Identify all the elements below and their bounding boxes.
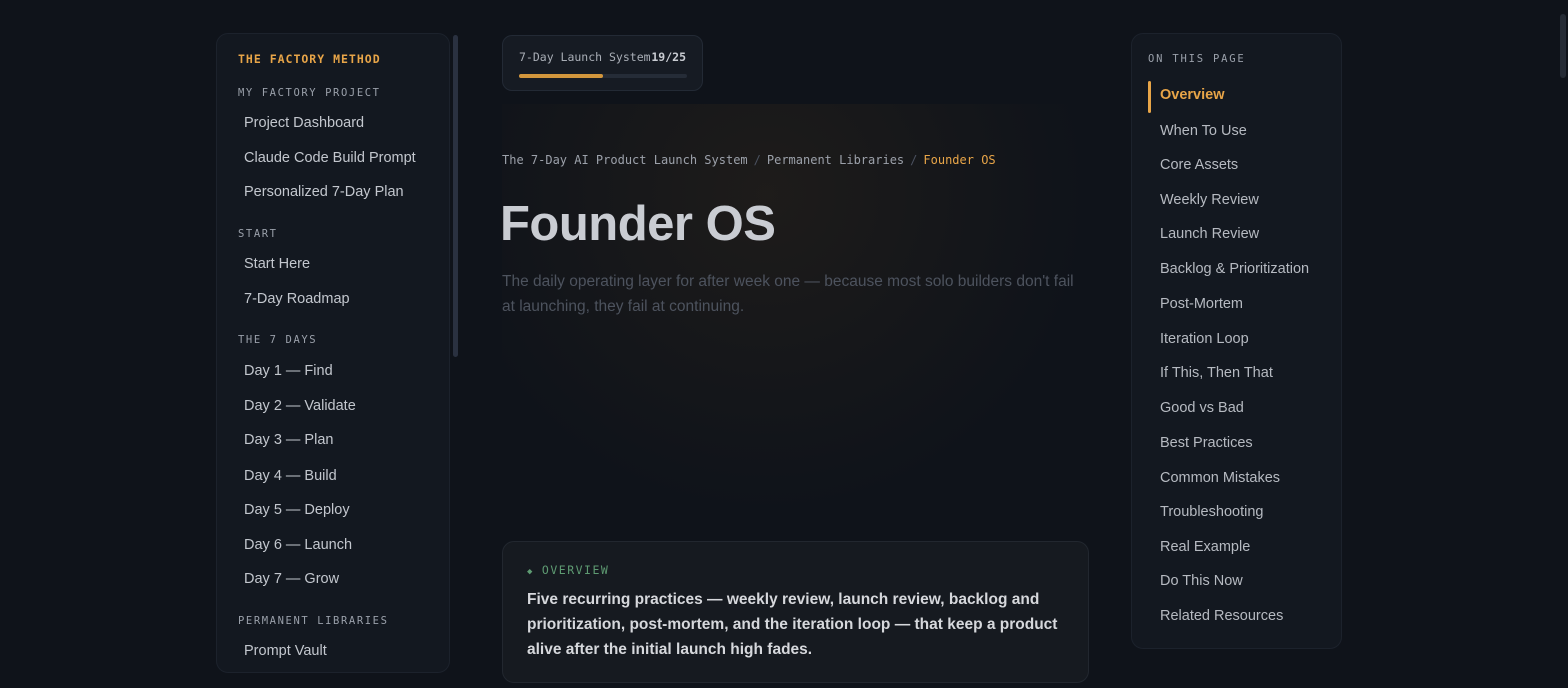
page-subtitle: The daily operating layer for after week… [502, 273, 1074, 315]
toc-active-indicator [1148, 81, 1151, 113]
toc-title: ON THIS PAGE [1148, 53, 1246, 65]
toc-item-iteration-loop[interactable]: Iteration Loop [1160, 331, 1249, 347]
sidebar-item-roadmap[interactable]: 7-Day Roadmap [244, 291, 350, 307]
toc-item-post-mortem[interactable]: Post-Mortem [1160, 296, 1243, 312]
breadcrumb-current: Founder OS [923, 153, 996, 167]
sidebar-scrollbar[interactable] [453, 35, 458, 357]
sidebar-item-day-4[interactable]: Day 4 — Build [244, 468, 337, 484]
progress-count: 19/25 [651, 50, 686, 64]
sidebar-section-title: PERMANENT LIBRARIES [238, 615, 389, 627]
toc-item-good-vs-bad[interactable]: Good vs Bad [1160, 400, 1244, 416]
progress-label: 7-Day Launch System [519, 50, 651, 64]
toc-item-troubleshooting[interactable]: Troubleshooting [1160, 504, 1263, 520]
toc-item-common-mistakes[interactable]: Common Mistakes [1160, 470, 1280, 486]
breadcrumb-separator: / [910, 153, 918, 167]
progress-track [519, 74, 687, 78]
sidebar-item-day-1[interactable]: Day 1 — Find [244, 363, 333, 379]
breadcrumb-link-launch-system[interactable]: The 7-Day AI Product Launch System [502, 153, 748, 167]
overview-label-row: ◆ OVERVIEW [527, 563, 609, 577]
page-title: Founder OS [500, 197, 776, 251]
page-scrollbar[interactable] [1560, 14, 1566, 78]
sidebar-item-day-7[interactable]: Day 7 — Grow [244, 571, 339, 587]
toc-item-when-to-use[interactable]: When To Use [1160, 123, 1247, 139]
sidebar-section-title: MY FACTORY PROJECT [238, 87, 381, 99]
toc-item-do-this-now[interactable]: Do This Now [1160, 573, 1243, 589]
launch-progress-card: 7-Day Launch System 19/25 [502, 35, 703, 91]
sidebar-item-day-2[interactable]: Day 2 — Validate [244, 398, 356, 414]
overview-card: ◆ OVERVIEW Five recurring practices — wee… [502, 541, 1089, 683]
toc-item-core-assets[interactable]: Core Assets [1160, 157, 1238, 173]
sidebar-item-personalized-plan[interactable]: Personalized 7-Day Plan [244, 184, 404, 200]
toc-item-if-this-then-that[interactable]: If This, Then That [1160, 365, 1273, 381]
sidebar-item-claude-code-build-prompt[interactable]: Claude Code Build Prompt [244, 150, 416, 166]
breadcrumb-separator: / [753, 153, 761, 167]
table-of-contents: ON THIS PAGE Overview When To Use Core A… [1131, 33, 1342, 649]
sidebar-item-day-3[interactable]: Day 3 — Plan [244, 432, 333, 448]
overview-label: OVERVIEW [541, 563, 610, 577]
sidebar-item-project-dashboard[interactable]: Project Dashboard [244, 115, 364, 131]
toc-item-best-practices[interactable]: Best Practices [1160, 435, 1253, 451]
sidebar-item-day-5[interactable]: Day 5 — Deploy [244, 502, 350, 518]
sidebar-section-title: THE 7 DAYS [238, 334, 318, 346]
sidebar-item-prompt-vault[interactable]: Prompt Vault [244, 643, 327, 659]
sidebar-nav: THE FACTORY METHOD MY FACTORY PROJECT Pr… [216, 33, 450, 673]
breadcrumb-link-permanent-libraries[interactable]: Permanent Libraries [767, 153, 904, 167]
progress-fill [519, 74, 603, 78]
overview-text: Five recurring practices — weekly review… [527, 591, 1058, 658]
sidebar-brand: THE FACTORY METHOD [238, 52, 381, 66]
sidebar-item-day-6[interactable]: Day 6 — Launch [244, 537, 352, 553]
toc-item-launch-review[interactable]: Launch Review [1160, 226, 1259, 242]
toc-item-backlog[interactable]: Backlog & Prioritization [1160, 261, 1309, 277]
toc-item-overview[interactable]: Overview [1160, 87, 1225, 103]
breadcrumb: The 7-Day AI Product Launch System / Perma… [502, 153, 996, 167]
sidebar-item-start-here[interactable]: Start Here [244, 256, 310, 272]
diamond-icon: ◆ [527, 567, 534, 577]
sidebar-section-title: START [238, 228, 278, 240]
toc-item-weekly-review[interactable]: Weekly Review [1160, 192, 1259, 208]
toc-item-real-example[interactable]: Real Example [1160, 539, 1250, 555]
toc-item-related-resources[interactable]: Related Resources [1160, 608, 1283, 624]
